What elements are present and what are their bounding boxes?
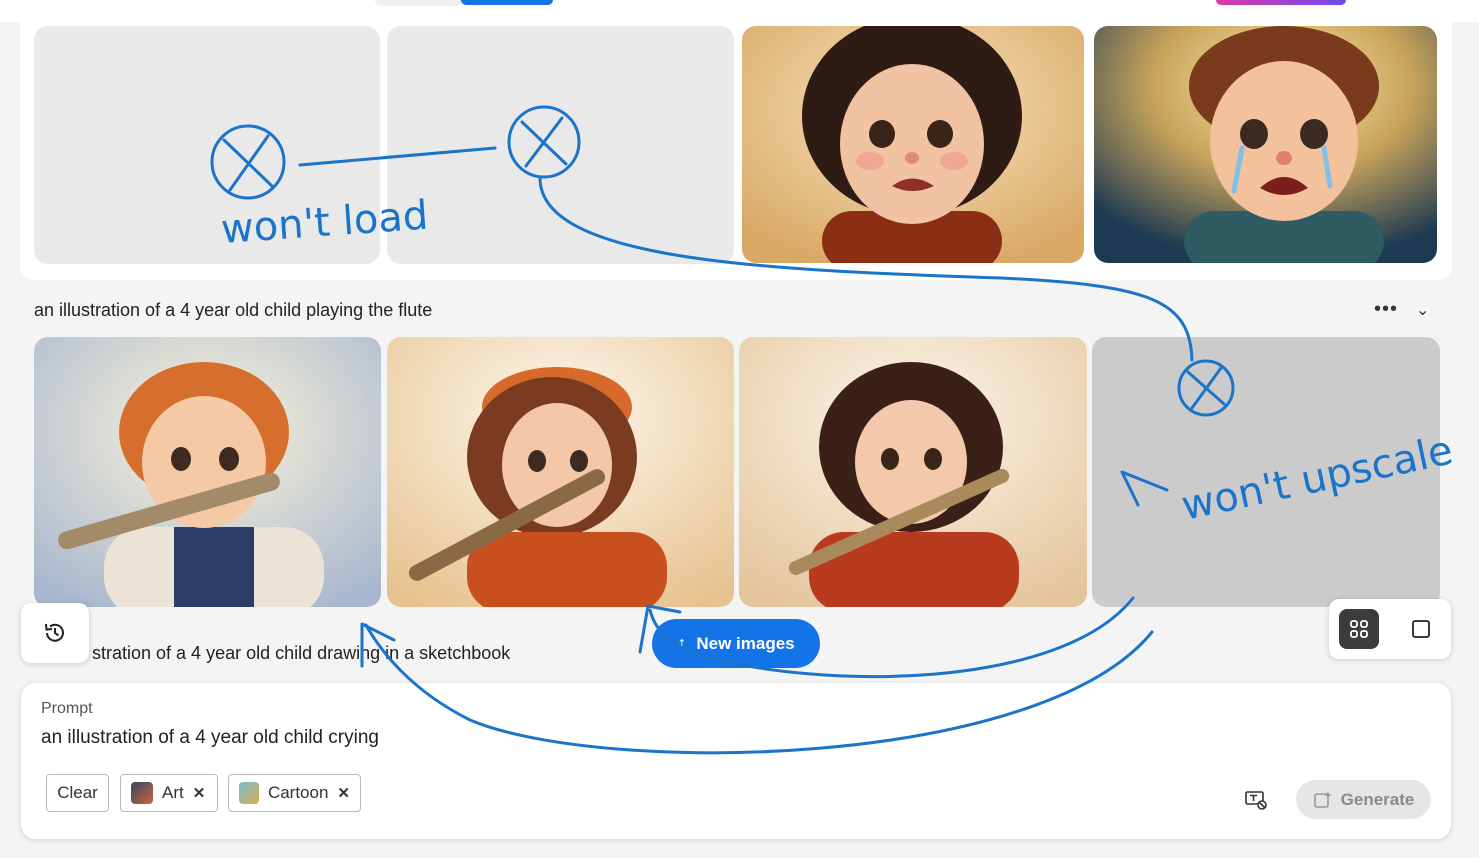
grid-view-icon [1350, 620, 1368, 638]
image-tile-2-2[interactable] [387, 337, 734, 607]
chevron-down-icon[interactable]: ⌄ [1416, 300, 1429, 320]
history-icon [45, 623, 64, 642]
crying-boy-illustration [1094, 26, 1437, 263]
text-settings-icon [1245, 791, 1267, 810]
image-tile-2-1[interactable] [34, 337, 381, 607]
row-actions: ••• ⌄ [1370, 298, 1440, 322]
clear-button[interactable]: Clear [46, 774, 109, 812]
row-title-flute: an illustration of a 4 year old child pl… [34, 300, 433, 320]
image-tile-1-3[interactable] [742, 26, 1084, 263]
new-images-label: New images [696, 633, 795, 653]
new-images-button[interactable]: ↑ New images [652, 619, 820, 668]
arrow-up-icon: ↑ [677, 633, 687, 653]
style-chip-art[interactable]: Art ✕ [120, 774, 218, 812]
remove-cartoon-icon[interactable]: ✕ [337, 784, 350, 802]
image-tile-2-3[interactable] [739, 337, 1087, 607]
tab-active[interactable] [461, 0, 553, 5]
prompt-label: Prompt [41, 700, 93, 717]
chip-label-art: Art [162, 783, 184, 802]
single-view-icon [1412, 620, 1430, 638]
girl-hat-flute-illustration [387, 337, 734, 607]
row-title-sketchbook: stration of a 4 year old child drawing i… [92, 643, 511, 663]
text-settings-button[interactable] [1241, 787, 1271, 813]
style-chip-cartoon[interactable]: Cartoon ✕ [228, 774, 361, 812]
more-dots-icon[interactable]: ••• [1374, 298, 1398, 321]
tab-inactive[interactable] [375, 0, 463, 6]
image-tile-2-4[interactable] [1092, 337, 1440, 607]
top-bar [0, 0, 1479, 22]
image-tile-1-4[interactable] [1094, 26, 1437, 263]
remove-art-icon[interactable]: ✕ [193, 784, 206, 802]
girl-flute-illustration [739, 337, 1087, 607]
prompt-panel: Prompt an illustration of a 4 year old c… [21, 683, 1451, 839]
history-button[interactable] [21, 603, 89, 663]
generate-button[interactable]: Generate [1296, 780, 1431, 819]
image-tile-1-1[interactable] [34, 26, 380, 264]
view-toggle [1329, 599, 1451, 659]
single-view-button[interactable] [1401, 609, 1441, 649]
upgrade-button[interactable] [1216, 0, 1346, 5]
boy-flute-illustration [34, 337, 381, 607]
chip-label-cartoon: Cartoon [267, 783, 329, 802]
art-style-thumbnail [131, 782, 153, 804]
grid-view-button[interactable] [1339, 609, 1379, 649]
generate-label: Generate [1340, 789, 1415, 809]
prompt-input[interactable]: an illustration of a 4 year old child cr… [41, 727, 379, 749]
image-tile-1-2[interactable] [387, 26, 734, 264]
crying-girl-illustration [742, 26, 1084, 263]
clear-label: Clear [57, 783, 98, 802]
cartoon-style-thumbnail [239, 782, 259, 804]
generate-sparkle-icon [1313, 790, 1332, 808]
